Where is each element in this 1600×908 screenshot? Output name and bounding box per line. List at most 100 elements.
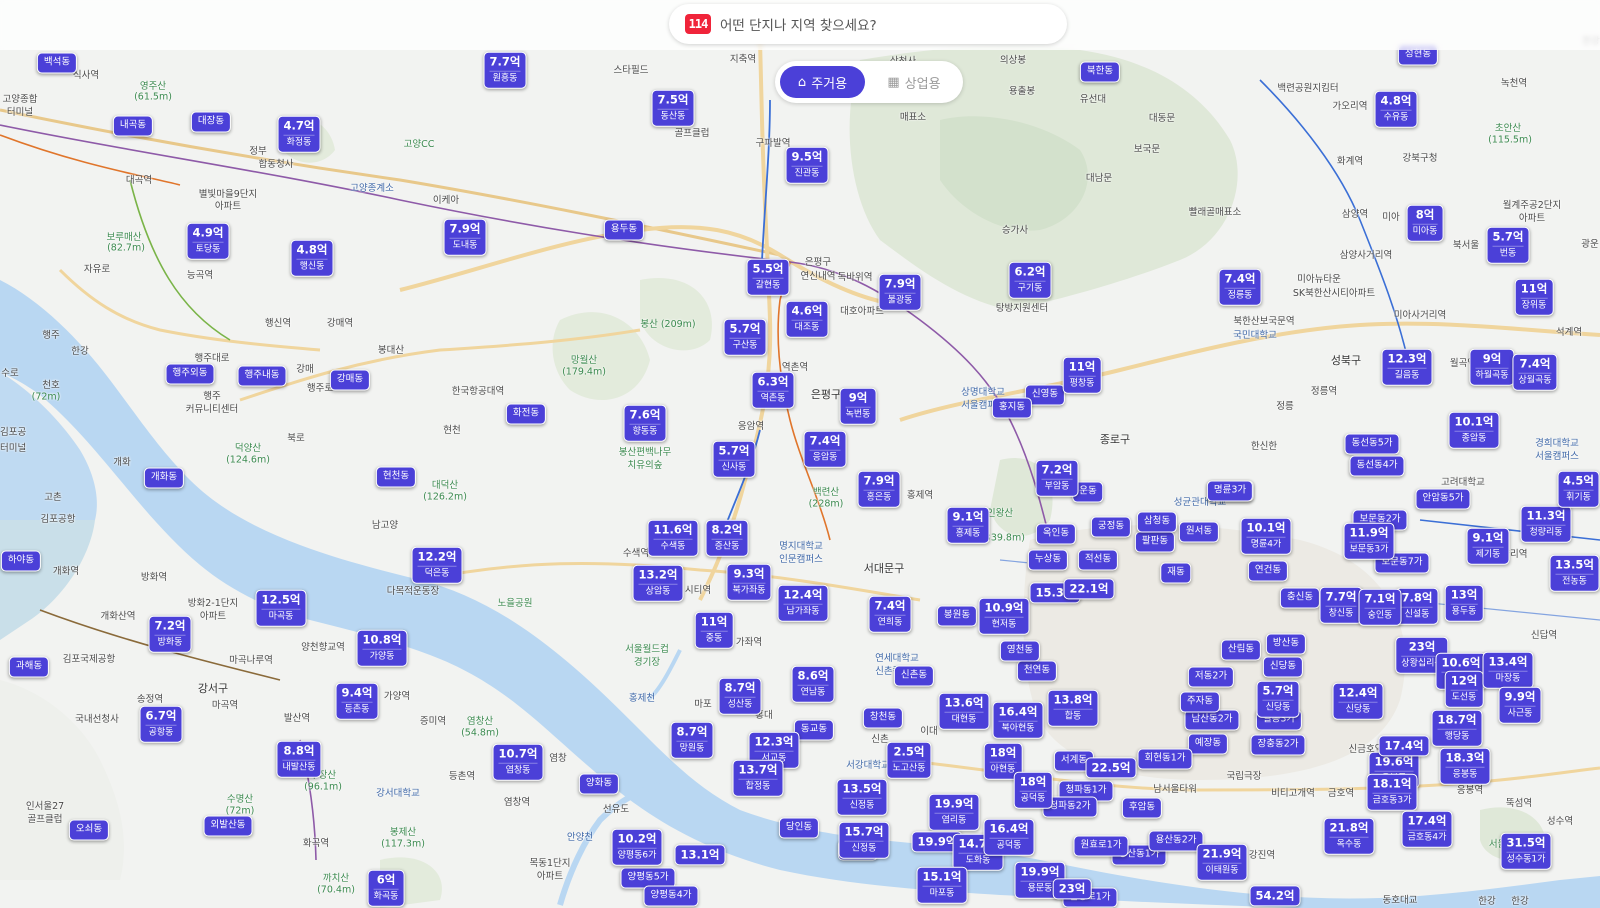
price-marker[interactable]: 7.7억 원흥동	[483, 51, 527, 89]
region-marker[interactable]: 주자동	[1179, 691, 1221, 713]
price-marker[interactable]: 6.2억 구기동	[1008, 261, 1052, 299]
price-marker[interactable]: 15.1억 마포동	[916, 866, 968, 904]
commercial-tab[interactable]: ▦ 상업용	[871, 66, 957, 98]
price-marker[interactable]: 17.4억	[1378, 735, 1430, 757]
price-marker[interactable]: 6.3억 역촌동	[751, 371, 795, 409]
region-marker[interactable]: 회현동1가	[1137, 748, 1193, 770]
price-marker[interactable]: 10.1억 명륜4가	[1240, 517, 1292, 555]
region-marker[interactable]: 명륜3가	[1206, 480, 1254, 502]
region-marker[interactable]: 하야동	[0, 550, 42, 572]
price-marker[interactable]: 8.6억 연남동	[791, 665, 835, 703]
region-marker[interactable]: 예장동	[1187, 733, 1229, 755]
region-marker[interactable]: 화전동	[505, 403, 547, 425]
price-marker[interactable]: 7.4억 정릉동	[1218, 268, 1262, 306]
price-marker[interactable]: 7.1억 숭인동	[1358, 588, 1402, 626]
price-marker[interactable]: 7.2억 부암동	[1035, 459, 1079, 497]
region-marker[interactable]: 행주외동	[165, 363, 215, 385]
price-marker[interactable]: 7.6억 향동동	[623, 404, 667, 442]
price-marker[interactable]: 5.7억 구산동	[723, 318, 767, 356]
region-marker[interactable]: 누상동	[1027, 549, 1069, 571]
price-marker[interactable]: 8.7억 성산동	[718, 677, 762, 715]
region-marker[interactable]: 영천동	[999, 640, 1041, 662]
price-marker[interactable]: 4.5억 휘기동	[1557, 470, 1600, 508]
region-marker[interactable]: 행주내동	[237, 365, 287, 387]
region-marker[interactable]: 백석동	[36, 52, 78, 74]
region-marker[interactable]: 봉원동	[936, 605, 978, 627]
price-marker[interactable]: 19.9억 염리동	[928, 793, 980, 831]
price-marker[interactable]: 8.7억 망원동	[670, 721, 714, 759]
price-marker[interactable]: 11.9억 보문동3가	[1343, 522, 1395, 560]
price-marker[interactable]: 22.1억	[1063, 578, 1115, 600]
region-marker[interactable]: 신당동	[1262, 656, 1304, 678]
region-marker[interactable]: 동선동5가	[1344, 433, 1400, 455]
region-marker[interactable]: 궁정동	[1090, 516, 1132, 538]
region-marker[interactable]: 원효로1가	[1073, 835, 1129, 857]
price-marker[interactable]: 9.4억 등촌동	[335, 682, 379, 720]
region-marker[interactable]: 저동2가	[1187, 666, 1235, 688]
region-marker[interactable]: 용산동2가	[1148, 830, 1204, 852]
price-marker[interactable]: 9.1억 홍제동	[946, 506, 990, 544]
region-marker[interactable]: 동교동	[793, 719, 835, 741]
price-marker[interactable]: 9.3억 북가좌동	[726, 563, 772, 601]
price-marker[interactable]: 13.8억 합동	[1047, 689, 1099, 727]
price-marker[interactable]: 13억 용두동	[1444, 584, 1484, 622]
price-marker[interactable]: 13.7억 합정동	[732, 759, 784, 797]
price-marker[interactable]: 18.1억 금호동3가	[1366, 773, 1418, 811]
region-marker[interactable]: 옥인동	[1035, 523, 1077, 545]
price-marker[interactable]: 13.6억 대현동	[938, 692, 990, 730]
property-type-toggle[interactable]: ⌂ 주거용 ▦ 상업용	[775, 61, 963, 103]
price-marker[interactable]: 13.2억 상암동	[632, 564, 684, 602]
price-marker[interactable]: 11억 평창동	[1062, 356, 1102, 394]
price-marker[interactable]: 13.5억 전농동	[1549, 554, 1600, 592]
price-marker[interactable]: 4.9억 토당동	[186, 222, 230, 260]
price-marker[interactable]: 7.9억 불광동	[878, 273, 922, 311]
region-marker[interactable]: 당인동	[778, 817, 820, 839]
price-marker[interactable]: 7.9억 홍은동	[857, 470, 901, 508]
region-marker[interactable]: 삼청동	[1136, 511, 1178, 533]
region-marker[interactable]: 팔판동	[1134, 531, 1176, 553]
price-marker[interactable]: 4.8억 수유동	[1374, 90, 1418, 128]
region-marker[interactable]: 북한동	[1079, 61, 1121, 83]
region-marker[interactable]: 연건동	[1247, 560, 1289, 582]
price-marker[interactable]: 12.5억 마곡동	[255, 589, 307, 627]
price-marker[interactable]: 11.6억 수색동	[647, 519, 699, 557]
region-marker[interactable]: 홍지동	[991, 397, 1033, 419]
price-marker[interactable]: 7.7억 창신동	[1319, 586, 1363, 624]
region-marker[interactable]: 장충동2가	[1250, 734, 1306, 756]
price-marker[interactable]: 13.5억 신정동	[836, 778, 888, 816]
price-marker[interactable]: 9.5억 진관동	[785, 146, 829, 184]
price-marker[interactable]: 21.8억 옥수동	[1323, 817, 1375, 855]
price-marker[interactable]: 9.9억 사근동	[1498, 686, 1542, 724]
price-marker[interactable]: 5.7억 신사동	[712, 440, 756, 478]
region-marker[interactable]: 내곡동	[112, 115, 154, 137]
region-marker[interactable]: 강매동	[329, 369, 371, 391]
price-marker[interactable]: 8억 미아동	[1406, 204, 1444, 242]
price-marker[interactable]: 12.2억 덕은동	[411, 546, 463, 584]
price-marker[interactable]: 21.9억 이태원동	[1196, 843, 1248, 881]
price-marker[interactable]: 10.9억 현저동	[978, 597, 1030, 635]
price-marker[interactable]: 12.4억 남가좌동	[777, 584, 829, 622]
region-marker[interactable]: 대장동	[190, 111, 232, 133]
region-marker[interactable]: 과해동	[8, 656, 50, 678]
price-marker[interactable]: 2.5억 노고산동	[886, 741, 932, 779]
price-marker[interactable]: 7.4억 상월곡동	[1512, 353, 1558, 391]
price-marker[interactable]: 16.4억 북아현동	[992, 701, 1044, 739]
region-marker[interactable]: 산림동	[1220, 639, 1262, 661]
price-marker[interactable]: 9.1억 제기동	[1466, 527, 1510, 565]
price-marker[interactable]: 7.9억 도내동	[443, 218, 487, 256]
region-marker[interactable]: 오쇠동	[68, 819, 110, 841]
search-input[interactable]: 어떤 단지나 지역 찾으세요?	[720, 14, 877, 34]
residential-tab[interactable]: ⌂ 주거용	[780, 66, 865, 98]
region-marker[interactable]: 창천동	[862, 707, 904, 729]
price-marker[interactable]: 10.8억 가양동	[356, 629, 408, 667]
region-marker[interactable]: 양화동	[578, 773, 620, 795]
price-marker[interactable]: 54.2억	[1249, 885, 1301, 907]
price-marker[interactable]: 7.4억 연희동	[868, 595, 912, 633]
region-marker[interactable]: 안암동5가	[1415, 488, 1471, 510]
price-marker[interactable]: 11억 장위동	[1514, 278, 1554, 316]
region-marker[interactable]: 개화동	[143, 467, 185, 489]
price-marker[interactable]: 18.3억 응봉동	[1439, 747, 1491, 785]
region-marker[interactable]: 외발산동	[203, 815, 253, 837]
price-marker[interactable]: 12억 도선동	[1444, 670, 1484, 708]
region-marker[interactable]: 충신동	[1279, 587, 1321, 609]
